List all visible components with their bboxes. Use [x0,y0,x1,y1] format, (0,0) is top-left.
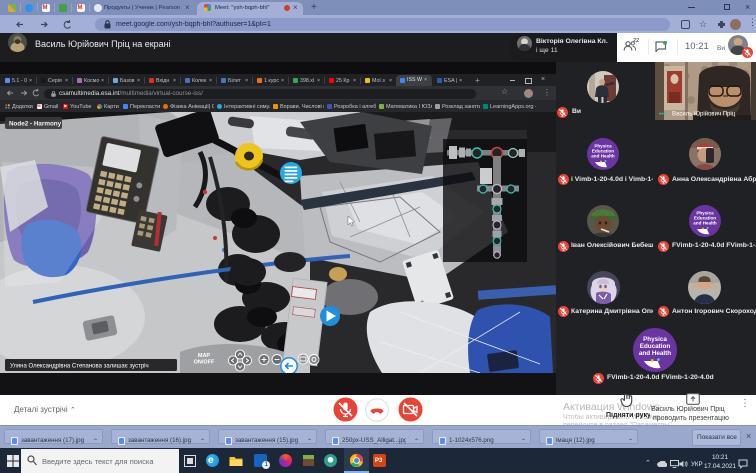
svg-text:Василь Юрійович Пріц: Василь Юрійович Пріц [672,111,736,118]
svg-text:Node2 - Harmony: Node2 - Harmony [9,121,62,128]
svg-text:ON/OFF: ON/OFF [194,360,215,366]
svg-text:•••: ••• [659,111,667,118]
svg-text:Уляна Олександрівна Степанова: Уляна Олександрівна Степанова залишає зу… [10,364,149,370]
svg-text:MAP: MAP [198,353,211,359]
